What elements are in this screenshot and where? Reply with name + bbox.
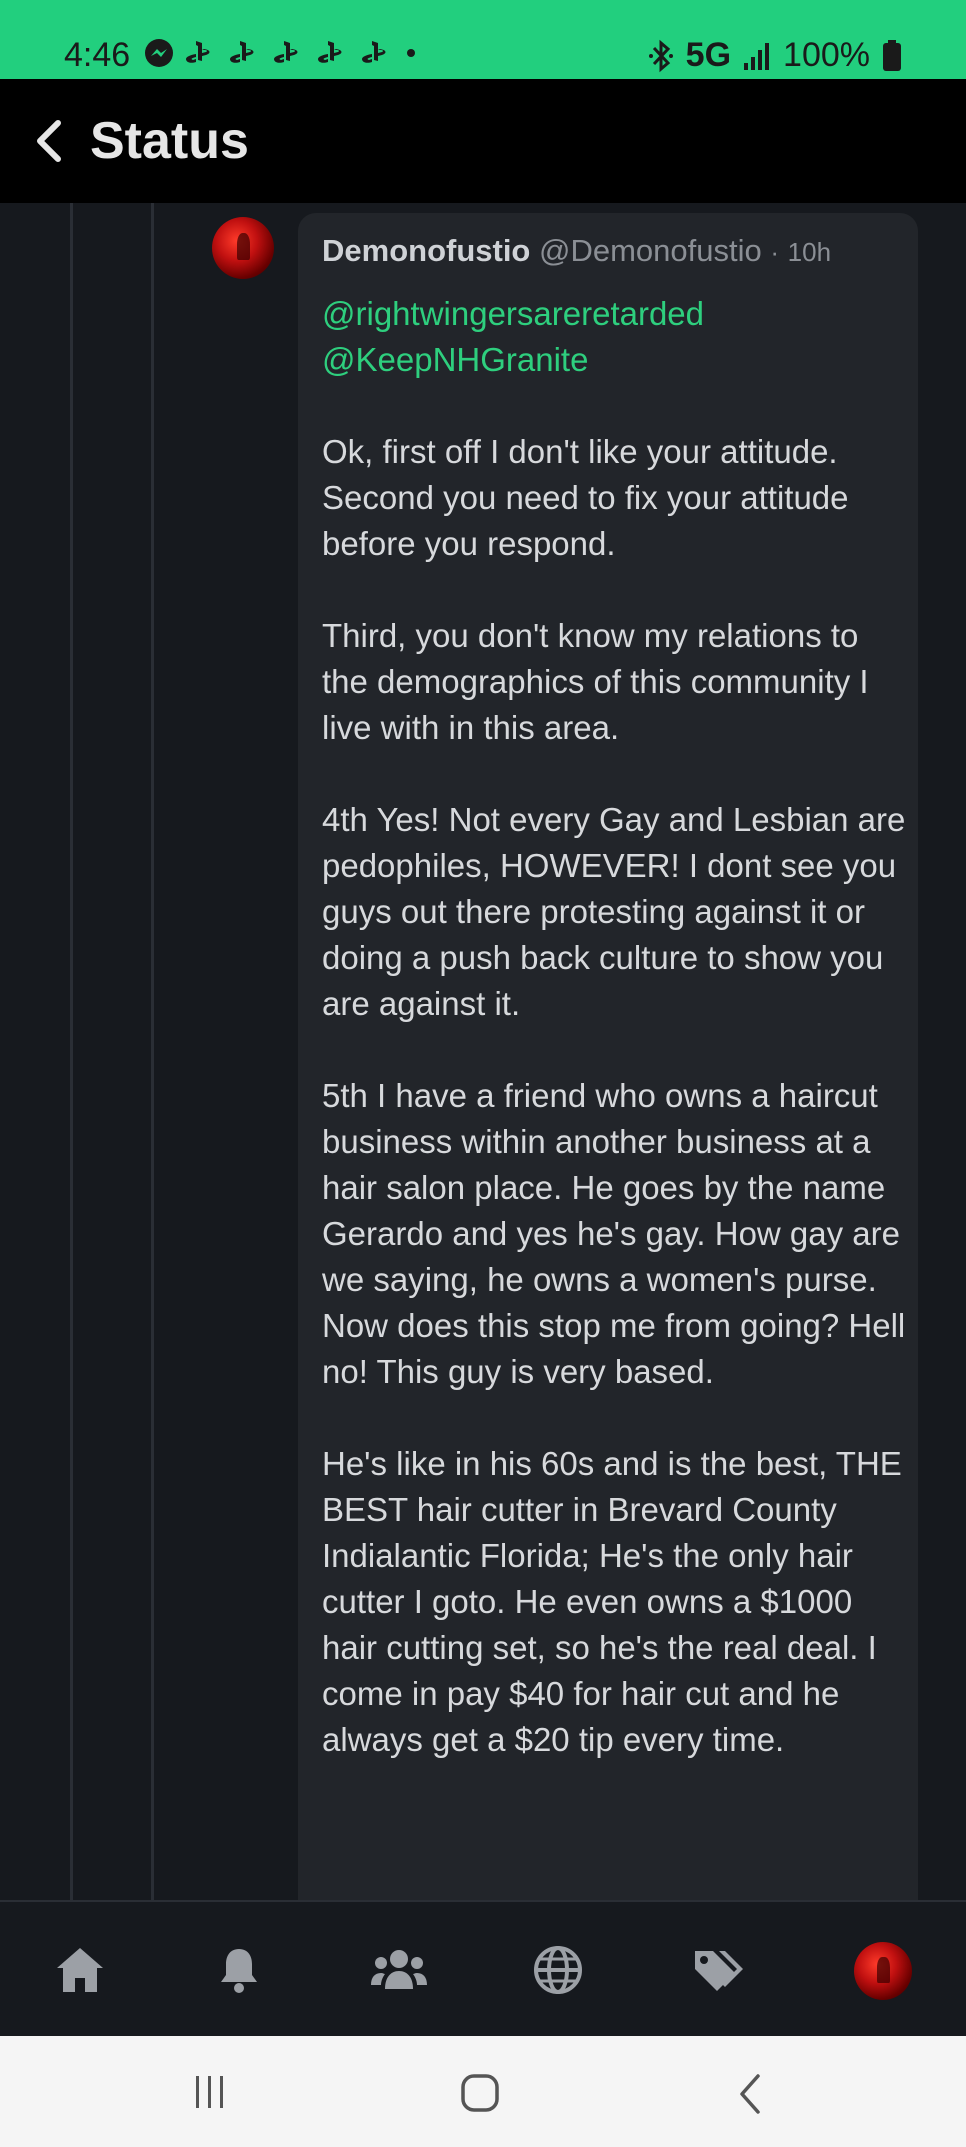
signal-icon [744, 42, 770, 70]
display-name[interactable]: Demonofustio [322, 233, 530, 268]
post-header: Demonofustio @Demonofustio · 10h [322, 233, 831, 269]
playstation-icon [186, 41, 210, 63]
post-paragraph: 5th I have a friend who owns a haircut b… [322, 1077, 906, 1390]
post-paragraph: 4th Yes! Not every Gay and Lesbian are p… [322, 801, 906, 1022]
avatar[interactable] [212, 217, 274, 279]
post-age: 10h [787, 237, 832, 267]
top-bar: Status [0, 79, 966, 203]
nav-notifications[interactable] [211, 1942, 267, 1998]
home-icon [57, 1948, 103, 1992]
status-thread[interactable]: Demonofustio @Demonofustio · 10h @rightw… [0, 203, 966, 1900]
post-body: @rightwingersareretarded @KeepNHGranite … [322, 291, 907, 1763]
bell-icon [221, 1949, 257, 1993]
recent-apps-icon[interactable] [190, 2072, 230, 2112]
post-paragraph: Ok, first off I don't like your attitude… [322, 433, 849, 562]
thread-line [151, 203, 154, 1900]
post-paragraph: He's like in his 60s and is the best, TH… [322, 1445, 902, 1528]
page-title: Status [90, 112, 249, 170]
post-paragraph: Indialantic Florida; He's the only hair … [322, 1537, 877, 1758]
mention-link[interactable]: @KeepNHGranite [322, 337, 907, 383]
status-bar: 4:46 5G 100% [0, 0, 966, 79]
playstation-icon [362, 41, 386, 63]
chevron-left-icon[interactable] [28, 117, 68, 165]
playstation-icon [230, 41, 254, 63]
playstation-icon [318, 41, 342, 63]
user-handle[interactable]: @Demonofustio [539, 233, 762, 268]
separator-dot: · [770, 237, 780, 267]
status-right: 5G 100% [648, 36, 902, 75]
users-icon [371, 1950, 427, 1989]
system-nav-bar [0, 2036, 966, 2147]
nav-local[interactable] [371, 1942, 427, 1998]
playstation-icon [274, 41, 298, 63]
dot-icon [407, 49, 415, 57]
bottom-nav [0, 1900, 966, 2036]
nav-federated[interactable] [530, 1942, 586, 1998]
post-card[interactable]: Demonofustio @Demonofustio · 10h @rightw… [298, 213, 918, 1900]
globe-icon [534, 1946, 582, 1994]
nav-home[interactable] [52, 1942, 108, 1998]
back-icon[interactable] [736, 2072, 766, 2116]
messenger-icon [145, 39, 173, 67]
post-paragraph: Third, you don't know my relations to th… [322, 617, 869, 746]
status-time: 4:46 [64, 36, 131, 74]
tags-icon [695, 1951, 743, 1991]
mention-link[interactable]: @rightwingersareretarded [322, 291, 907, 337]
bluetooth-icon [648, 39, 673, 72]
notification-icons [144, 38, 418, 68]
thread-line [70, 203, 73, 1900]
nav-tags[interactable] [690, 1942, 746, 1998]
network-label: 5G [685, 36, 732, 74]
home-circle-icon[interactable] [459, 2072, 503, 2116]
battery-percent: 100% [783, 36, 870, 74]
battery-icon [883, 39, 901, 71]
profile-avatar[interactable] [854, 1942, 912, 2000]
